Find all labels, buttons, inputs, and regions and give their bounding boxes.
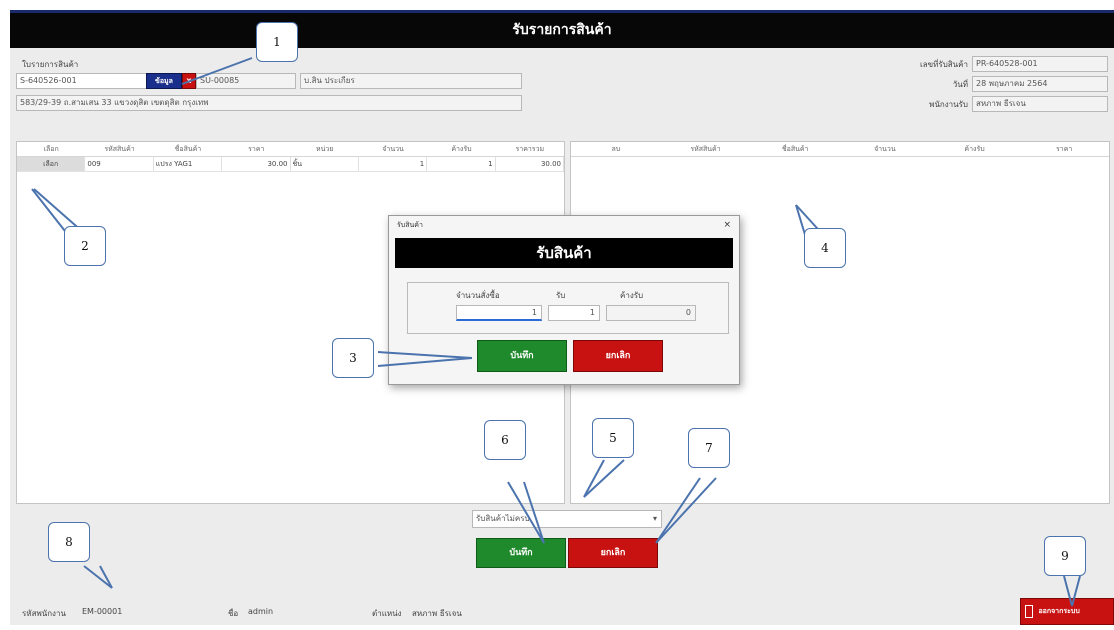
- chevron-down-icon: ▾: [652, 514, 657, 523]
- col-header: ราคา: [1056, 145, 1073, 153]
- clear-icon[interactable]: x: [182, 73, 196, 89]
- user-name-value: admin: [248, 607, 274, 616]
- col-header: ค้างรับ: [964, 145, 985, 153]
- cell: แปรง YAG1: [154, 157, 223, 171]
- callout-9: 9: [1044, 536, 1086, 576]
- receive-dialog: รับสินค้า × รับสินค้า จำนวนสั่งซื้อ รับ …: [388, 215, 740, 385]
- col-header: ชื่อสินค้า: [781, 145, 809, 153]
- callout-6: 6: [484, 420, 526, 460]
- select-value: รับสินค้าไม่ครบ: [476, 514, 530, 523]
- order-qty-label: จำนวนสั่งซื้อ: [456, 291, 500, 300]
- select-row-button[interactable]: เลือก: [17, 157, 86, 171]
- cell: 30.00: [496, 157, 564, 171]
- dialog-save-button[interactable]: บันทึก: [477, 340, 567, 372]
- pending-qty-label: ค้างรับ: [620, 291, 644, 300]
- staff-label: พนักงานรับ: [929, 100, 968, 109]
- logout-label: ออกจากระบบ: [1038, 607, 1080, 615]
- cell: 1: [427, 157, 496, 171]
- dialog-cancel-button[interactable]: ยกเลิก: [573, 340, 663, 372]
- callout-2: 2: [64, 226, 106, 266]
- exit-door-icon: [1025, 604, 1033, 618]
- col-header: ราคารวม: [515, 145, 545, 153]
- data-button[interactable]: ข้อมูล: [146, 73, 182, 89]
- receive-status-select[interactable]: รับสินค้าไม่ครบ ▾: [472, 510, 662, 528]
- position-value: สหภาพ ธีรเจน: [412, 609, 462, 618]
- position-label: ตำแหน่ง: [372, 609, 402, 618]
- cell: 1: [359, 157, 428, 171]
- supplier-code-field: SU-00085: [196, 73, 296, 89]
- close-icon[interactable]: ×: [723, 216, 731, 234]
- col-header: จำนวน: [382, 145, 404, 153]
- receipt-no-label: เลขที่รับสินค้า: [920, 60, 968, 69]
- table-row[interactable]: เลือก 009 แปรง YAG1 30.00 ชิ้น 1 1 30.00: [17, 157, 564, 172]
- order-no-field[interactable]: S-640526-001: [16, 73, 148, 89]
- order-qty-field[interactable]: 1: [456, 305, 542, 321]
- callout-7: 7: [688, 428, 730, 468]
- callout-4: 4: [804, 228, 846, 268]
- save-button[interactable]: บันทึก: [476, 538, 566, 568]
- cancel-button[interactable]: ยกเลิก: [568, 538, 658, 568]
- order-list-label: ใบรายการสินค้า: [22, 60, 79, 69]
- dialog-titlebar: รับสินค้า ×: [389, 216, 739, 234]
- col-header: เลือก: [43, 145, 59, 153]
- supplier-name-field: บ.สิน ประเกียร: [300, 73, 522, 89]
- dialog-heading: รับสินค้า: [395, 238, 733, 268]
- callout-8: 8: [48, 522, 90, 562]
- cell: 30.00: [222, 157, 291, 171]
- staff-field: สหภาพ ธีรเจน: [972, 96, 1108, 112]
- received-items-header: ลบ รหัสสินค้า ชื่อสินค้า จำนวน ค้างรับ ร…: [571, 142, 1109, 157]
- ordered-items-header: เลือก รหัสสินค้า ชื่อสินค้า ราคา หน่วย จ…: [17, 142, 564, 157]
- employee-id-label: รหัสพนักงาน: [22, 609, 66, 618]
- dialog-window-title: รับสินค้า: [397, 221, 423, 229]
- receipt-no-field: PR-640528-001: [972, 56, 1108, 72]
- col-header: รหัสสินค้า: [690, 145, 721, 153]
- received-qty-field[interactable]: 1: [548, 305, 600, 321]
- received-qty-label: รับ: [556, 291, 566, 300]
- dialog-fields-group: จำนวนสั่งซื้อ รับ ค้างรับ 1 1 0: [407, 282, 729, 334]
- date-field: 28 พฤษภาคม 2564: [972, 76, 1108, 92]
- callout-3: 3: [332, 338, 374, 378]
- logout-button[interactable]: ออกจากระบบ: [1020, 598, 1114, 625]
- cell: 009: [85, 157, 154, 171]
- col-header: รหัสสินค้า: [104, 145, 135, 153]
- callout-1: 1: [256, 22, 298, 62]
- window-title: รับรายการสินค้า: [10, 10, 1114, 48]
- col-header: ลบ: [611, 145, 621, 153]
- col-header: ราคา: [248, 145, 265, 153]
- user-name-label: ชื่อ: [228, 609, 239, 618]
- employee-id-value: EM-00001: [82, 607, 123, 616]
- app-window: รับรายการสินค้า ใบรายการสินค้า S-640526-…: [10, 10, 1114, 625]
- cell: ชิ้น: [291, 157, 359, 171]
- callout-5: 5: [592, 418, 634, 458]
- col-header: จำนวน: [874, 145, 896, 153]
- date-label: วันที่: [952, 80, 968, 89]
- col-header: ค้างรับ: [451, 145, 472, 153]
- col-header: หน่วย: [315, 145, 334, 153]
- pending-qty-field: 0: [606, 305, 696, 321]
- address-field: 583/29-39 ถ.สามเสน 33 แขวงดุสิต เขตดุสิต…: [16, 95, 522, 111]
- col-header: ชื่อสินค้า: [174, 145, 202, 153]
